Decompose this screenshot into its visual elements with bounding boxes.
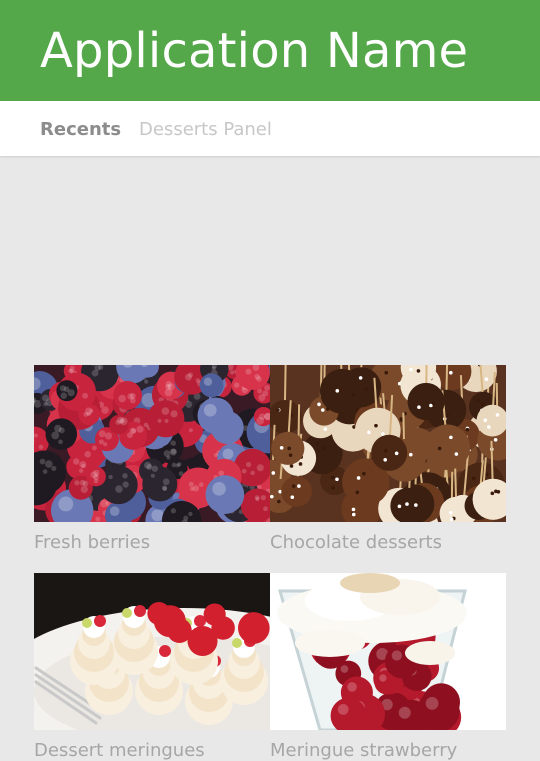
chocolate-desserts-image xyxy=(270,365,506,522)
tile-dessert-meringues[interactable] xyxy=(34,573,270,730)
tab-desserts-panel[interactable]: Desserts Panel xyxy=(139,119,272,140)
tile-caption[interactable]: Meringue strawberry xyxy=(270,740,457,761)
tile-meringue-strawberry[interactable] xyxy=(270,573,506,730)
tile-caption[interactable]: Dessert meringues xyxy=(34,740,205,761)
tile-chocolate-desserts[interactable] xyxy=(270,365,506,522)
tab-bar: Recents Desserts Panel xyxy=(0,101,540,156)
tile-caption[interactable]: Chocolate desserts xyxy=(270,532,442,553)
app-bar: Application Name xyxy=(0,0,540,101)
meringues-image xyxy=(34,573,270,730)
meringue-strawberry-image xyxy=(270,573,506,730)
tab-recents[interactable]: Recents xyxy=(40,119,121,140)
tile-caption[interactable]: Fresh berries xyxy=(34,532,150,553)
app-title: Application Name xyxy=(40,20,468,82)
tile-fresh-berries[interactable] xyxy=(34,365,270,522)
berries-image xyxy=(34,365,270,522)
